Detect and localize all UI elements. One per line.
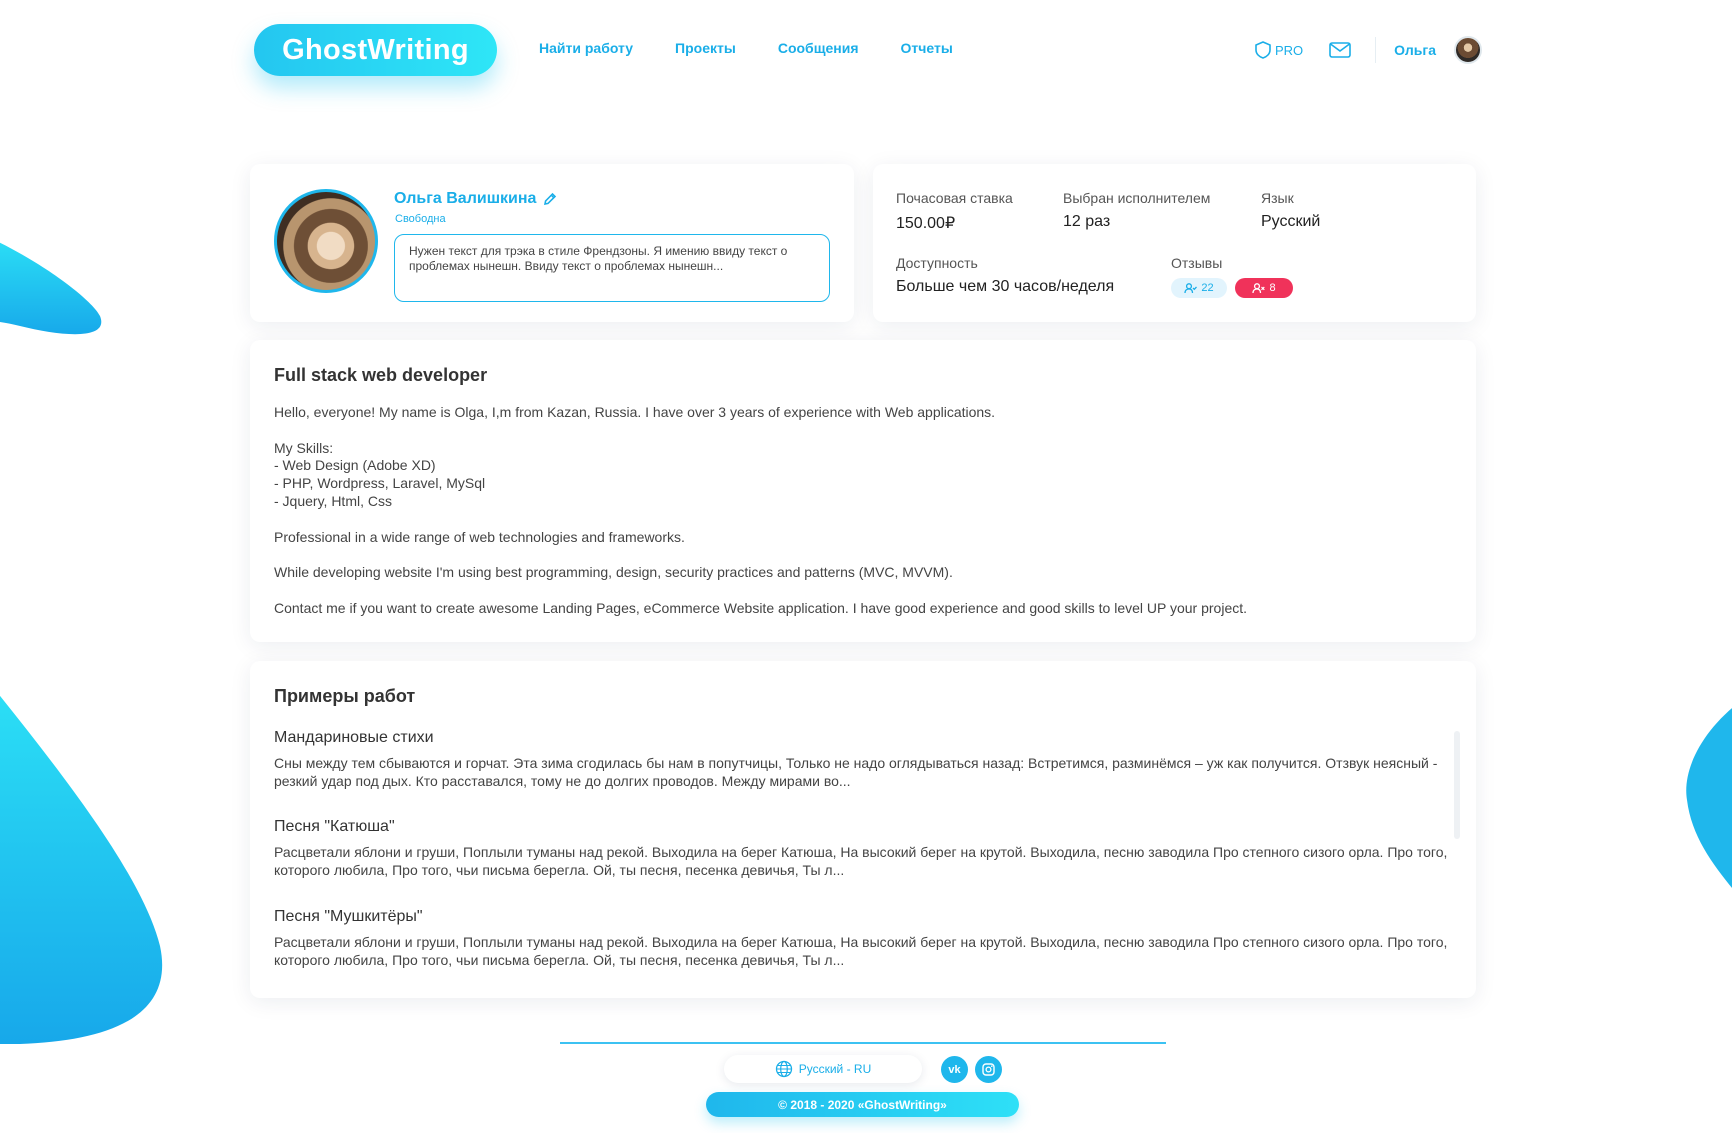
work-title: Песня "Катюша": [274, 818, 395, 835]
profile-name-row: Ольга Валишкина: [394, 190, 557, 208]
header-avatar[interactable]: [1454, 36, 1482, 64]
header-user-area: PRO Ольга: [1255, 36, 1482, 64]
pro-label: PRO: [1275, 42, 1304, 58]
profile-avatar: [274, 189, 378, 293]
profile-name: Ольга Валишкина: [394, 190, 537, 207]
selected-label: Выбран исполнителем: [1063, 190, 1211, 206]
nav-reports[interactable]: Отчеты: [901, 40, 953, 56]
instagram-glyph: [982, 1063, 995, 1076]
top-header: GhostWriting Найти работу Проекты Сообще…: [0, 0, 1732, 110]
about-paragraph: While developing website I'm using best …: [274, 564, 953, 581]
about-title: Full stack web developer: [274, 365, 488, 385]
about-paragraph: Hello, everyone! My name is Olga, I,m fr…: [274, 404, 996, 420]
background-blob-right: [1686, 708, 1732, 888]
hourly-rate-label: Почасовая ставка: [896, 190, 1013, 206]
globe-icon: [775, 1060, 792, 1078]
stats-card: Почасовая ставка 150.00₽ Выбран исполнит…: [873, 164, 1476, 322]
language-value: Русский: [1261, 213, 1321, 230]
about-card: Full stack web developer Hello, everyone…: [250, 340, 1476, 642]
works-card: Примеры работ Мандариновые стихи Сны меж…: [250, 661, 1476, 998]
header-divider: [1375, 37, 1377, 63]
work-item[interactable]: Песня "Катюша" Расцветали яблони и груши…: [274, 818, 1454, 879]
reviews-negative-count: 8: [1269, 282, 1276, 294]
footer-divider: [560, 1042, 1166, 1044]
profile-status: Свободна: [395, 213, 446, 225]
work-excerpt: Сны между тем сбываются и горчат. Эта зи…: [274, 755, 1438, 789]
profile-card: Ольга Валишкина Свободна Нужен текст для…: [250, 164, 854, 322]
user-check-icon: [1184, 282, 1198, 293]
language-selector[interactable]: Русский - RU: [724, 1055, 922, 1083]
work-item[interactable]: Песня "Мушкитёры" Расцветали яблони и гр…: [274, 908, 1454, 969]
about-paragraph: Contact me if you want to create awesome…: [274, 599, 1248, 616]
reviews-negative-badge[interactable]: 8: [1235, 278, 1293, 298]
vk-icon[interactable]: vk: [941, 1056, 968, 1083]
language-label: Язык: [1261, 190, 1294, 206]
reviews-positive-badge[interactable]: 22: [1171, 278, 1227, 298]
about-text: Hello, everyone! My name is Olga, I,m fr…: [274, 404, 1444, 635]
about-paragraph: Professional in a wide range of web tech…: [274, 528, 685, 545]
pro-button[interactable]: PRO: [1255, 41, 1303, 59]
nav-projects[interactable]: Проекты: [675, 40, 736, 56]
availability-value: Больше чем 30 часов/неделя: [896, 278, 1115, 295]
availability-label: Доступность: [896, 255, 978, 271]
work-excerpt: Расцветали яблони и груши, Поплыли туман…: [274, 844, 1448, 878]
copyright: © 2018 - 2020 «GhostWriting»: [706, 1092, 1019, 1117]
work-item[interactable]: Мандариновые стихи Сны между тем сбывают…: [274, 729, 1454, 790]
works-scrollbar[interactable]: [1454, 731, 1460, 839]
selected-value: 12 раз: [1063, 213, 1111, 230]
pencil-icon[interactable]: [543, 192, 557, 206]
background-blob-left: [0, 242, 162, 1044]
nav-find-work[interactable]: Найти работу: [539, 40, 633, 56]
brand-logo[interactable]: GhostWriting: [254, 24, 497, 76]
reviews-label: Отзывы: [1171, 255, 1223, 271]
reviews-positive-count: 22: [1201, 282, 1214, 294]
work-excerpt: Расцветали яблони и груши, Поплыли туман…: [274, 934, 1448, 968]
work-title: Песня "Мушкитёры": [274, 908, 423, 925]
header-user-name[interactable]: Ольга: [1394, 42, 1436, 58]
works-title: Примеры работ: [274, 686, 416, 706]
nav-messages[interactable]: Сообщения: [778, 40, 859, 56]
about-skills: My Skills: - Web Design (Adobe XD) - PHP…: [274, 439, 486, 509]
work-title: Мандариновые стихи: [274, 729, 434, 746]
profile-request-box[interactable]: Нужен текст для трэка в стиле Френдзоны.…: [394, 234, 830, 302]
language-label: Русский - RU: [798, 1062, 872, 1076]
messages-button[interactable]: [1329, 42, 1351, 58]
user-x-icon: [1252, 282, 1266, 293]
shield-icon: [1255, 41, 1271, 59]
hourly-rate-value: 150.00₽: [896, 215, 956, 232]
main-nav: Найти работу Проекты Сообщения Отчеты: [539, 40, 995, 56]
instagram-icon[interactable]: [975, 1056, 1002, 1083]
mail-icon: [1329, 42, 1351, 58]
